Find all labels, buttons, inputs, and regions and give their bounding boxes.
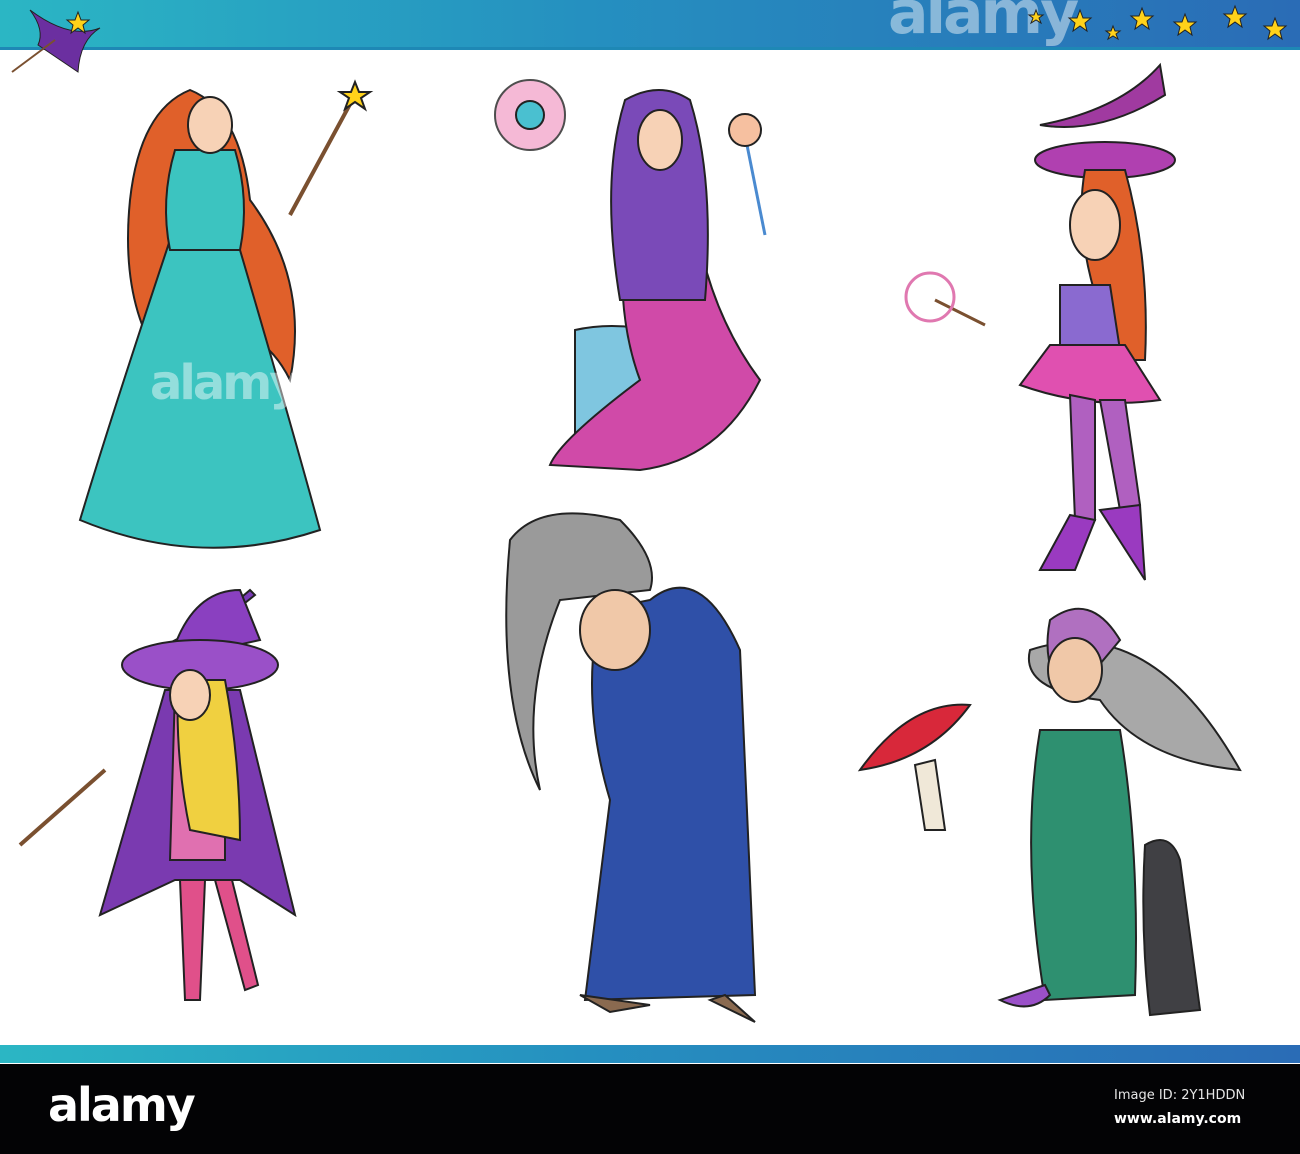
alamy-logo: alamy — [48, 1078, 196, 1132]
watermark: alamy — [150, 355, 301, 411]
character-young-witch — [904, 62, 1176, 581]
bottom-banner — [0, 1045, 1300, 1063]
footer — [0, 1064, 1300, 1154]
wizard-hat-icon — [11, 9, 101, 73]
image-id: Image ID: 2Y1HDDN — [1114, 1088, 1246, 1103]
character-blonde-witch — [18, 588, 297, 1001]
character-old-witch-mushroom — [857, 607, 1242, 1017]
website-link[interactable]: www.alamy.com — [1114, 1111, 1241, 1127]
illustration — [11, 4, 1288, 1023]
stars-icon — [1027, 4, 1288, 41]
character-fairy-princess — [78, 79, 374, 549]
character-old-hag — [505, 512, 757, 1023]
character-sorceress — [494, 79, 767, 472]
